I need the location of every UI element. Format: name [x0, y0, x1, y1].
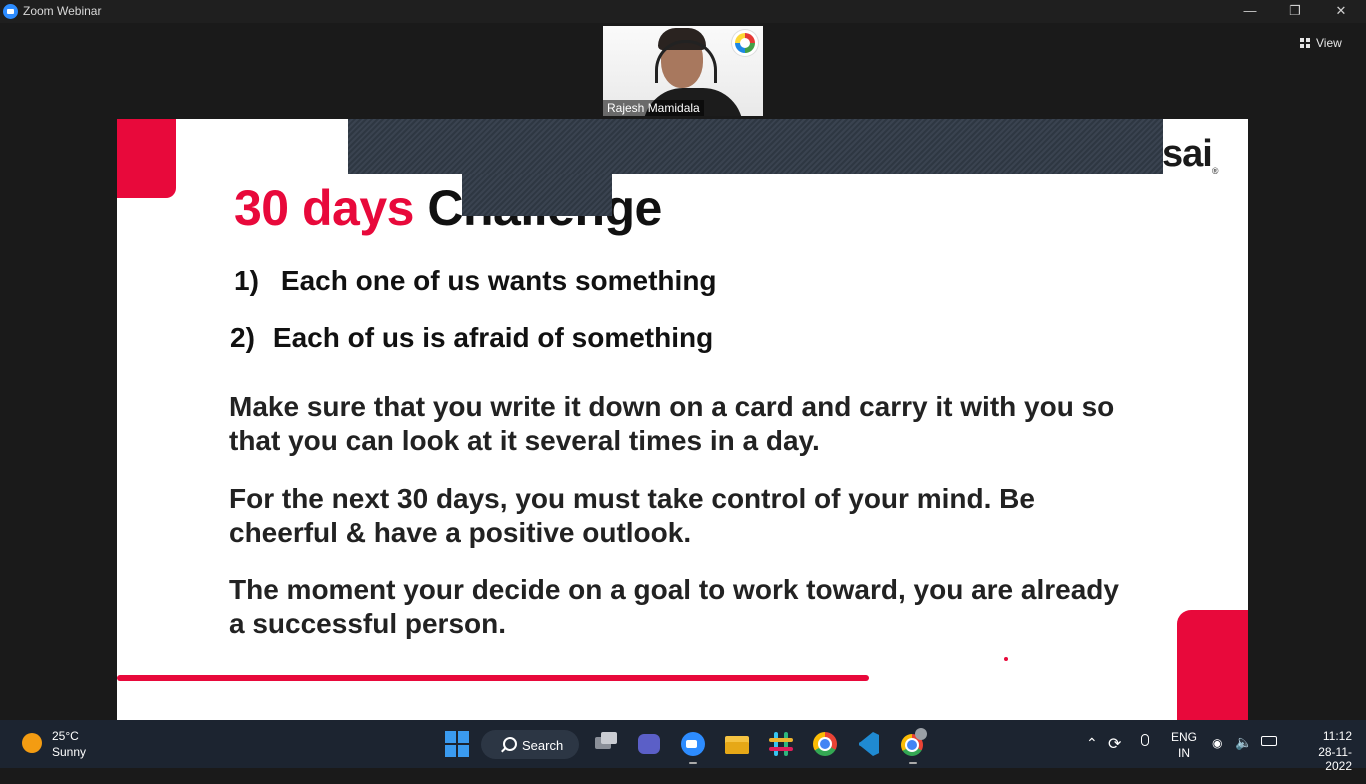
- paragraph-2: For the next 30 days, you must take cont…: [229, 483, 1035, 548]
- zoom-app-icon: [3, 4, 18, 19]
- chevron-up-icon[interactable]: ⌃: [1086, 735, 1098, 783]
- paragraph-3: The moment your decide on a goal to work…: [229, 574, 1119, 639]
- view-button-label: View: [1316, 36, 1342, 50]
- slack-icon[interactable]: [765, 728, 797, 760]
- wifi-icon[interactable]: ◉: [1212, 736, 1222, 784]
- zoom-icon[interactable]: [677, 728, 709, 764]
- restore-icon[interactable]: ❐: [1272, 0, 1318, 23]
- redacted-region-2: [462, 174, 612, 216]
- teams-chat-icon[interactable]: [633, 728, 665, 760]
- heading-accent: 30 days: [234, 180, 414, 236]
- participant-name: Rajesh Mamidala: [603, 100, 704, 116]
- search-label: Search: [522, 738, 564, 753]
- task-view-icon[interactable]: [590, 728, 622, 760]
- volume-icon[interactable]: 🔈: [1235, 734, 1252, 782]
- chrome-icon[interactable]: [809, 728, 841, 760]
- paragraph-1: Make sure that you write it down on a ca…: [229, 391, 1115, 456]
- redacted-region: [348, 119, 1163, 174]
- microphone-icon[interactable]: [1138, 734, 1150, 750]
- taskbar: 25°C Sunny Search ⌃ ⟳ ENG IN ◉ 🔈 11:12 2…: [0, 720, 1366, 773]
- chrome-profile-icon[interactable]: [897, 728, 929, 764]
- language-indicator[interactable]: ENG IN: [1171, 730, 1197, 778]
- laser-pointer-dot: [1004, 657, 1008, 661]
- slide-brand: sai®: [1162, 133, 1218, 176]
- weather-desc: Sunny: [52, 745, 87, 759]
- file-explorer-icon[interactable]: [721, 728, 753, 760]
- participant-video[interactable]: Rajesh Mamidala: [603, 26, 763, 116]
- search-icon: [503, 737, 517, 751]
- vscode-icon[interactable]: [853, 728, 885, 760]
- point-1: 1) Each one of us wants something: [234, 265, 717, 296]
- close-icon[interactable]: ✕: [1318, 0, 1364, 23]
- battery-icon[interactable]: [1261, 736, 1277, 746]
- slide-accent-line: [117, 675, 869, 681]
- window-title: Zoom Webinar: [23, 4, 102, 18]
- title-bar: Zoom Webinar — ❐ ✕: [0, 0, 1366, 23]
- sun-icon: [22, 733, 42, 753]
- company-logo-icon: [732, 30, 758, 56]
- shared-screen-slide: sai® 30 days Challenge 1)Each one of us …: [117, 119, 1248, 720]
- minimize-icon[interactable]: —: [1227, 0, 1273, 23]
- taskbar-search-button[interactable]: Search: [481, 730, 579, 759]
- view-button[interactable]: View: [1300, 33, 1342, 53]
- weather-temp: 25°C: [52, 729, 79, 743]
- windows-start-icon[interactable]: [442, 728, 474, 760]
- slide-decoration-bottom-right: [1177, 610, 1248, 720]
- sync-icon[interactable]: ⟳: [1108, 734, 1121, 782]
- point-2: 2) Each of us is afraid of something: [230, 322, 714, 353]
- clock[interactable]: 11:12 28-11-2022: [1292, 729, 1352, 777]
- grid-icon: [1300, 38, 1310, 48]
- slide-decoration-top-left: [117, 119, 176, 198]
